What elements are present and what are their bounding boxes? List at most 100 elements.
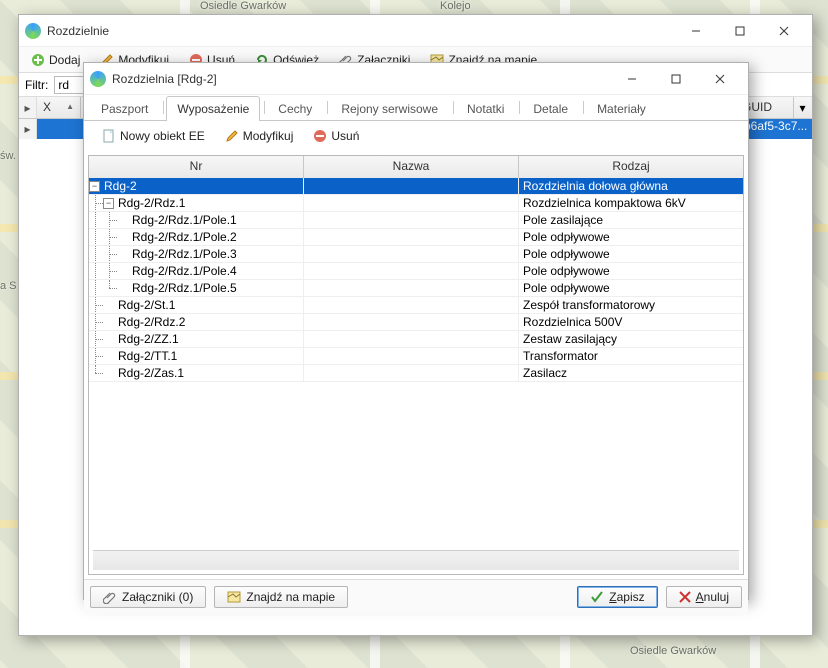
nr-value: Rdg-2/ZZ.1: [118, 332, 179, 346]
tree-row[interactable]: −Rdg-2/Rdz.1 Rozdzielnica kompaktowa 6kV: [89, 195, 743, 212]
tree-row[interactable]: Rdg-2/Rdz.1/Pole.1 Pole zasilające: [89, 212, 743, 229]
nazwa-value: [304, 263, 519, 279]
close-button[interactable]: [762, 17, 806, 45]
cell-guid: b6af5-3c7...: [740, 119, 812, 139]
maximize-button[interactable]: [718, 17, 762, 45]
nr-value: Rdg-2/Rdz.1/Pole.3: [132, 247, 237, 261]
nazwa-value: [304, 365, 519, 381]
document-icon: [102, 129, 116, 143]
map-label: Osiedle Gwarków: [200, 0, 286, 12]
tree-row[interactable]: Rdg-2/Zas.1 Zasilacz: [89, 365, 743, 382]
save-button[interactable]: Zapisz: [577, 586, 657, 608]
maximize-button[interactable]: [654, 65, 698, 93]
col-x[interactable]: X: [37, 97, 81, 118]
nazwa-value: [304, 178, 519, 194]
nr-value: Rdg-2/St.1: [118, 298, 175, 312]
tree-status-strip: [93, 550, 739, 570]
rodzaj-value: Rozdzielnia dołowa główna: [519, 178, 743, 194]
paperclip-icon: [103, 590, 117, 604]
app-icon: [25, 23, 41, 39]
tab-rejony-serwisowe[interactable]: Rejony serwisowe: [330, 96, 449, 121]
find-on-map-button[interactable]: Znajdź na mapie: [214, 586, 348, 608]
nazwa-value: [304, 348, 519, 364]
rodzaj-value: Pole odpływowe: [519, 263, 743, 279]
tab-cechy[interactable]: Cechy: [267, 96, 323, 121]
titlebar-main[interactable]: Rozdzielnie: [19, 15, 812, 47]
tab-notatki[interactable]: Notatki: [456, 96, 515, 121]
rodzaj-value: Rozdzielnica 500V: [519, 314, 743, 330]
add-button[interactable]: Dodaj: [22, 49, 89, 70]
tree-row[interactable]: Rdg-2/TT.1 Transformator: [89, 348, 743, 365]
col-nazwa[interactable]: Nazwa: [304, 156, 519, 178]
rodzaj-value: Transformator: [519, 348, 743, 364]
tree-row[interactable]: Rdg-2/Rdz.1/Pole.5Pole odpływowe: [89, 280, 743, 297]
rodzaj-value: Rozdzielnica kompaktowa 6kV: [519, 195, 743, 211]
tree-row[interactable]: −Rdg-2 Rozdzielnia dołowa główna: [89, 178, 743, 195]
tree-row[interactable]: Rdg-2/Rdz.2 Rozdzielnica 500V: [89, 314, 743, 331]
close-button[interactable]: [698, 65, 742, 93]
tab-wyposażenie[interactable]: Wyposażenie: [166, 96, 260, 121]
rodzaj-value: Pole zasilające: [519, 212, 743, 228]
nr-value: Rdg-2/Rdz.2: [118, 315, 185, 329]
nr-value: Rdg-2/Rdz.1/Pole.2: [132, 230, 237, 244]
grid-header-dropdown[interactable]: ▾: [794, 97, 812, 118]
minimize-button[interactable]: [610, 65, 654, 93]
window-rozdzielnia-detail: Rozdzielnia [Rdg-2] Paszport Wyposażenie C…: [83, 62, 749, 600]
pencil-icon: [225, 129, 239, 143]
window-title: Rozdzielnie: [47, 24, 674, 38]
tree-row[interactable]: Rdg-2/Rdz.1/Pole.4 Pole odpływowe: [89, 263, 743, 280]
app-icon: [90, 71, 106, 87]
map-label: Osiedle Gwarków: [630, 645, 716, 657]
rodzaj-value: Pole odpływowe: [519, 229, 743, 245]
col-rodzaj[interactable]: Rodzaj: [519, 156, 743, 178]
detail-window-title: Rozdzielnia [Rdg-2]: [112, 72, 610, 86]
check-icon: [590, 590, 604, 604]
nr-value: Rdg-2/Rdz.1: [118, 196, 185, 210]
nazwa-value: [304, 212, 519, 228]
plus-icon: [31, 53, 45, 67]
equipment-tree-table: Nr Nazwa Rodzaj −Rdg-2Rozdzielnia dołowa…: [88, 155, 744, 575]
tab-detale[interactable]: Detale: [522, 96, 579, 121]
nazwa-value: [304, 229, 519, 245]
tree-row[interactable]: Rdg-2/ZZ.1 Zestaw zasilający: [89, 331, 743, 348]
nazwa-value: [304, 280, 519, 296]
nr-value: Rdg-2: [104, 179, 137, 193]
nr-value: Rdg-2/Zas.1: [118, 366, 184, 380]
tab-paszport[interactable]: Paszport: [90, 96, 159, 121]
nazwa-value: [304, 331, 519, 347]
map-label: Kolejo: [440, 0, 471, 12]
nr-value: Rdg-2/Rdz.1/Pole.5: [132, 281, 237, 295]
nazwa-value: [304, 246, 519, 262]
map-label: a S: [0, 280, 17, 292]
detail-footer: Załączniki (0) Znajdź na mapie Zapisz An…: [84, 579, 748, 614]
tree-row[interactable]: Rdg-2/Rdz.1/Pole.2 Pole odpływowe: [89, 229, 743, 246]
x-icon: [679, 591, 691, 603]
tree-row[interactable]: Rdg-2/St.1 Zespół transformatorowy: [89, 297, 743, 314]
titlebar-detail[interactable]: Rozdzielnia [Rdg-2]: [84, 63, 748, 95]
rodzaj-value: Zasilacz: [519, 365, 743, 381]
minimize-button[interactable]: [674, 17, 718, 45]
rodzaj-value: Zespół transformatorowy: [519, 297, 743, 313]
rodzaj-value: Pole odpływowe: [519, 246, 743, 262]
new-ee-object-button[interactable]: Nowy obiekt EE: [93, 123, 214, 149]
tab-materiały[interactable]: Materiały: [586, 96, 657, 121]
col-nr[interactable]: Nr: [89, 156, 304, 178]
detail-tabbar: Paszport Wyposażenie Cechy Rejony serwisowe…: [84, 95, 748, 121]
nr-value: Rdg-2/Rdz.1/Pole.4: [132, 264, 237, 278]
cancel-button[interactable]: Anuluj: [666, 586, 742, 608]
nr-value: Rdg-2/TT.1: [118, 349, 177, 363]
row-selector-header[interactable]: ▸: [19, 97, 37, 118]
filter-label: Filtr:: [25, 78, 48, 92]
tree-row[interactable]: Rdg-2/Rdz.1/Pole.3 Pole odpływowe: [89, 246, 743, 263]
sub-toolbar: Nowy obiekt EE Modyfikuj Usuń: [84, 121, 748, 151]
nazwa-value: [304, 297, 519, 313]
expander-icon[interactable]: −: [89, 181, 100, 192]
expander-icon[interactable]: −: [103, 198, 114, 209]
modify-button[interactable]: Modyfikuj: [216, 123, 303, 149]
nr-value: Rdg-2/Rdz.1/Pole.1: [132, 213, 237, 227]
attachments-button[interactable]: Załączniki (0): [90, 586, 206, 608]
rodzaj-value: Zestaw zasilający: [519, 331, 743, 347]
delete-button[interactable]: Usuń: [304, 123, 368, 149]
nazwa-value: [304, 314, 519, 330]
nazwa-value: [304, 195, 519, 211]
